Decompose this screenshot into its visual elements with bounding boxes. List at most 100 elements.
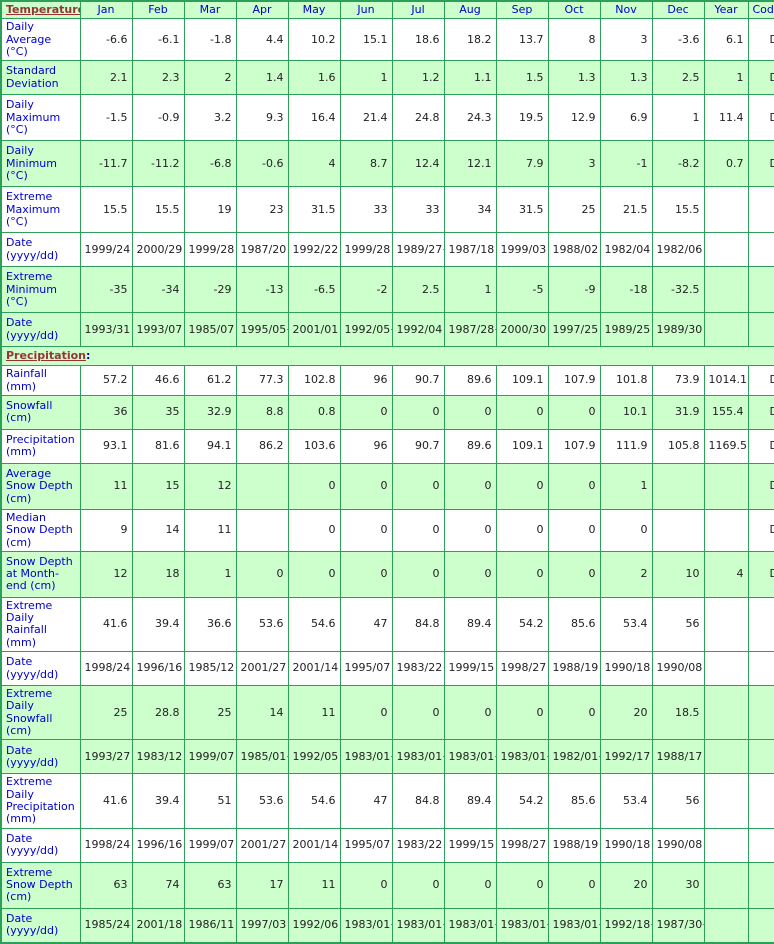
cell-apr: 86.2: [235, 428, 289, 464]
cell-jul: 1983/01+: [391, 907, 445, 944]
row-label: Snow Depth at Month-end (cm): [0, 550, 81, 598]
table-row: Date (yyyy/dd) 1993/27 1983/12 1999/07 1985/…: [0, 739, 774, 775]
table-row: Date (yyyy/dd) 1985/24 2001/18 1986/11 1997/…: [0, 907, 774, 944]
cell-dec: 2.5: [651, 60, 705, 96]
cell-mar: 61.2: [183, 365, 237, 396]
cell-year: 0.7: [703, 140, 749, 188]
column-header-dec: Dec: [651, 0, 705, 20]
cell-jan: -35: [79, 266, 133, 314]
cell-jan: 1993/27: [79, 739, 133, 775]
cell-jul: 0: [391, 550, 445, 598]
cell-year: 155.4: [703, 394, 749, 430]
cell-jun: 8.7: [339, 140, 393, 188]
cell-year: [703, 861, 749, 909]
cell-code: D: [747, 365, 774, 396]
cell-jan: 2.1: [79, 60, 133, 96]
cell-mar: 1985/12: [183, 651, 237, 687]
cell-oct: 0: [547, 462, 601, 510]
cell-jul: 1983/01+: [391, 739, 445, 775]
cell-jul: 24.8: [391, 94, 445, 142]
cell-oct: 85.6: [547, 596, 601, 653]
cell-year: [703, 907, 749, 944]
cell-jul: 1.2: [391, 60, 445, 96]
section-title-text: Temperature: [6, 3, 80, 16]
cell-aug: 18.2: [443, 18, 497, 62]
cell-sep: 0: [495, 394, 549, 430]
cell-feb: 15.5: [131, 186, 185, 234]
cell-may: -6.5: [287, 266, 341, 314]
cell-mar: 1999/07: [183, 827, 237, 863]
cell-feb: 39.4: [131, 596, 185, 653]
row-label: Extreme Minimum (°C): [0, 266, 81, 314]
cell-feb: -0.9: [131, 94, 185, 142]
section-divider-row: Precipitation:: [0, 346, 774, 367]
cell-aug: 0: [443, 685, 497, 741]
cell-jan: 57.2: [79, 365, 133, 396]
cell-aug: 1983/01+: [443, 739, 497, 775]
cell-mar: -6.8: [183, 140, 237, 188]
cell-apr: 2001/27: [235, 651, 289, 687]
cell-jun: 33: [339, 186, 393, 234]
cell-jul: 1983/22: [391, 827, 445, 863]
climate-data-table: Temperature:JanFebMarAprMayJunJulAugSepO…: [0, 0, 774, 944]
cell-oct: 1988/02: [547, 232, 601, 268]
cell-sep: -5: [495, 266, 549, 314]
cell-jun: 96: [339, 428, 393, 464]
cell-oct: 0: [547, 685, 601, 741]
cell-sep: 31.5: [495, 186, 549, 234]
cell-apr: 1995/05+: [235, 312, 289, 348]
column-header-nov: Nov: [599, 0, 653, 20]
cell-mar: 1999/28: [183, 232, 237, 268]
cell-jul: 90.7: [391, 365, 445, 396]
cell-aug: 89.6: [443, 365, 497, 396]
cell-mar: 1986/11: [183, 907, 237, 944]
cell-year: [703, 596, 749, 653]
cell-oct: 1997/25: [547, 312, 601, 348]
cell-dec: 31.9: [651, 394, 705, 430]
cell-dec: 1: [651, 94, 705, 142]
cell-aug: 24.3: [443, 94, 497, 142]
cell-year: [703, 232, 749, 268]
cell-year: 1014.1: [703, 365, 749, 396]
cell-jun: 0: [339, 861, 393, 909]
cell-dec: 1982/06: [651, 232, 705, 268]
cell-aug: 12.1: [443, 140, 497, 188]
cell-aug: 34: [443, 186, 497, 234]
cell-may: 2001/14: [287, 651, 341, 687]
cell-year: 1: [703, 60, 749, 96]
cell-jul: 1983/22: [391, 651, 445, 687]
cell-aug: 0: [443, 462, 497, 510]
cell-jun: 1: [339, 60, 393, 96]
cell-jul: 33: [391, 186, 445, 234]
cell-oct: 107.9: [547, 365, 601, 396]
cell-oct: 1982/01+: [547, 739, 601, 775]
cell-jul: 84.8: [391, 596, 445, 653]
cell-feb: 81.6: [131, 428, 185, 464]
cell-year: 6.1: [703, 18, 749, 62]
cell-oct: 107.9: [547, 428, 601, 464]
cell-nov: 1.3: [599, 60, 653, 96]
cell-feb: -34: [131, 266, 185, 314]
cell-jun: 47: [339, 596, 393, 653]
cell-jan: 9: [79, 508, 133, 552]
table-row: Date (yyyy/dd) 1993/31 1993/07 1985/07 1995/…: [0, 312, 774, 348]
cell-aug: 1: [443, 266, 497, 314]
cell-jan: 36: [79, 394, 133, 430]
cell-oct: 0: [547, 861, 601, 909]
cell-jan: 12: [79, 550, 133, 598]
cell-jul: 1989/27+: [391, 232, 445, 268]
table-row: Snow Depth at Month-end (cm) 12 18 1 0 0 0 0 0 0 0…: [0, 550, 774, 598]
cell-mar: -29: [183, 266, 237, 314]
cell-dec: -8.2: [651, 140, 705, 188]
cell-oct: 25: [547, 186, 601, 234]
section-title-colon: :: [85, 349, 91, 363]
cell-jan: 63: [79, 861, 133, 909]
cell-sep: 0: [495, 508, 549, 552]
cell-code: D: [747, 94, 774, 142]
cell-jul: 90.7: [391, 428, 445, 464]
cell-apr: 0: [235, 550, 289, 598]
cell-apr: 23: [235, 186, 289, 234]
cell-jan: -11.7: [79, 140, 133, 188]
cell-jul: 0: [391, 861, 445, 909]
cell-nov: 101.8: [599, 365, 653, 396]
